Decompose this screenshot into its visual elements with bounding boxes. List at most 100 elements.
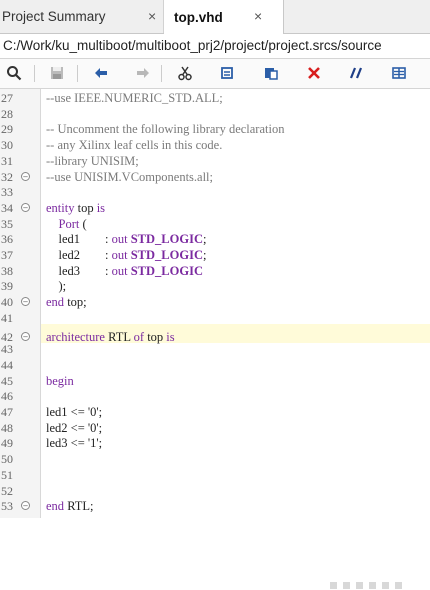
- line-number: 31: [1, 153, 13, 168]
- code-line[interactable]: 33: [0, 185, 430, 199]
- line-number: 47: [1, 405, 13, 419]
- code-text: entity top is: [46, 201, 105, 215]
- fold-toggle-icon[interactable]: –: [21, 297, 30, 307]
- undo-icon[interactable]: [90, 63, 112, 83]
- code-line[interactable]: 52: [0, 484, 430, 498]
- line-number: 45: [1, 373, 13, 388]
- code-token: is: [96, 200, 106, 215]
- tab-label: Project Summary: [2, 9, 106, 24]
- code-line[interactable]: 29 -- Uncomment the following library dec…: [0, 122, 430, 136]
- watermark: [330, 580, 412, 590]
- code-text: begin: [46, 374, 74, 388]
- fold-toggle-icon[interactable]: –: [21, 171, 30, 181]
- redo-icon[interactable]: [132, 63, 154, 83]
- line-number: 49: [1, 436, 13, 451]
- tab-top-vhd[interactable]: top.vhd ×: [164, 0, 284, 34]
- file-path-bar: C:/Work/ku_multiboot/multiboot_prj2/proj…: [0, 34, 430, 59]
- line-number: 52: [1, 483, 13, 498]
- tab-label: top.vhd: [174, 9, 223, 25]
- comment-icon[interactable]: [345, 63, 367, 83]
- code-text: -- any Xilinx leaf cells in this code.: [46, 138, 222, 152]
- code-token: led3 <= '1';: [46, 436, 103, 451]
- line-number: 43: [1, 342, 13, 357]
- code-line[interactable]: 34– entity top is: [0, 201, 430, 215]
- editor-tab-bar: Project Summary × top.vhd ×: [0, 0, 430, 34]
- code-line[interactable]: 41: [0, 311, 430, 325]
- code-token: end: [46, 499, 65, 514]
- code-editor[interactable]: 27 --use IEEE.NUMERIC_STD.ALL; 28 29 -- Unco…: [0, 89, 430, 589]
- code-text: led3 : out STD_LOGIC: [46, 264, 203, 278]
- code-token: led1 <= '0';: [46, 405, 103, 419]
- line-number: 39: [1, 279, 13, 294]
- code-line[interactable]: 36 led1 : out STD_LOGIC;: [0, 232, 430, 246]
- code-token: STD_LOGIC: [130, 248, 203, 262]
- copy-icon[interactable]: [216, 63, 238, 83]
- code-line[interactable]: 48 led2 <= '0';: [0, 421, 430, 435]
- tab-project-summary[interactable]: Project Summary ×: [0, 0, 164, 33]
- code-text: led1 <= '0';: [46, 405, 102, 419]
- code-text: end RTL;: [46, 499, 94, 513]
- line-number: 29: [1, 122, 13, 137]
- line-number: 41: [1, 310, 13, 325]
- line-number: 27: [1, 91, 13, 105]
- code-text: -- Uncomment the following library decla…: [46, 122, 284, 136]
- code-line[interactable]: 28: [0, 107, 430, 121]
- code-token: STD_LOGIC: [130, 232, 203, 247]
- code-line[interactable]: 30 -- any Xilinx leaf cells in this code.: [0, 138, 430, 152]
- code-line[interactable]: 46: [0, 389, 430, 403]
- code-token: (: [79, 216, 87, 231]
- code-token: ;: [202, 248, 207, 262]
- line-number: 38: [1, 263, 13, 278]
- code-line[interactable]: 38 led3 : out STD_LOGIC: [0, 264, 430, 278]
- file-path: C:/Work/ku_multiboot/multiboot_prj2/proj…: [3, 38, 382, 53]
- fold-toggle-icon[interactable]: –: [21, 501, 30, 511]
- code-line[interactable]: 44: [0, 358, 430, 372]
- save-icon[interactable]: [46, 63, 68, 83]
- code-token: RTL;: [64, 499, 94, 514]
- search-icon[interactable]: [3, 63, 25, 83]
- line-number: 33: [1, 185, 13, 200]
- delete-icon[interactable]: [303, 63, 325, 83]
- code-token: Port: [46, 216, 80, 231]
- code-text: led2 <= '0';: [46, 421, 102, 435]
- code-token: entity: [46, 200, 75, 215]
- code-text: --use UNISIM.VComponents.all;: [46, 170, 213, 184]
- code-line[interactable]: 37 led2 : out STD_LOGIC;: [0, 248, 430, 262]
- code-line[interactable]: 40– end top;: [0, 295, 430, 309]
- line-number: 35: [1, 216, 13, 231]
- code-line[interactable]: 45 begin: [0, 374, 430, 388]
- line-number: 32: [1, 169, 13, 184]
- close-icon[interactable]: ×: [254, 8, 262, 24]
- cut-icon[interactable]: [174, 63, 196, 83]
- code-line[interactable]: 51: [0, 468, 430, 482]
- code-line[interactable]: 50: [0, 452, 430, 466]
- code-text: );: [46, 279, 67, 293]
- block-icon[interactable]: [388, 63, 410, 83]
- fold-toggle-icon[interactable]: –: [21, 202, 30, 212]
- code-token: STD_LOGIC: [130, 263, 203, 278]
- line-number: 30: [1, 138, 13, 153]
- code-token: -- any Xilinx leaf cells in this code.: [46, 138, 223, 153]
- code-line[interactable]: 31 --library UNISIM;: [0, 154, 430, 168]
- fold-toggle-icon[interactable]: –: [21, 331, 30, 341]
- code-line[interactable]: 49 led3 <= '1';: [0, 436, 430, 450]
- code-line[interactable]: 27 --use IEEE.NUMERIC_STD.ALL;: [0, 91, 430, 105]
- code-line[interactable]: 39 );: [0, 279, 430, 293]
- code-line[interactable]: 43: [0, 342, 430, 356]
- close-icon[interactable]: ×: [148, 8, 156, 24]
- code-text: end top;: [46, 295, 87, 309]
- code-token: top: [74, 200, 97, 215]
- line-number: 48: [1, 420, 13, 435]
- code-line[interactable]: 53– end RTL;: [0, 499, 430, 513]
- code-token: out: [111, 232, 128, 247]
- code-token: -- Uncomment the following library decla…: [46, 122, 285, 137]
- code-line[interactable]: 35 Port (: [0, 217, 430, 231]
- code-text: Port (: [46, 217, 87, 231]
- code-token: out: [111, 248, 128, 262]
- code-token: led2 :: [46, 248, 112, 262]
- code-token: led3 :: [46, 263, 112, 278]
- code-line[interactable]: 32– --use UNISIM.VComponents.all;: [0, 170, 430, 184]
- code-line[interactable]: 47 led1 <= '0';: [0, 405, 430, 419]
- paste-icon[interactable]: [260, 63, 282, 83]
- code-token: begin: [46, 373, 74, 388]
